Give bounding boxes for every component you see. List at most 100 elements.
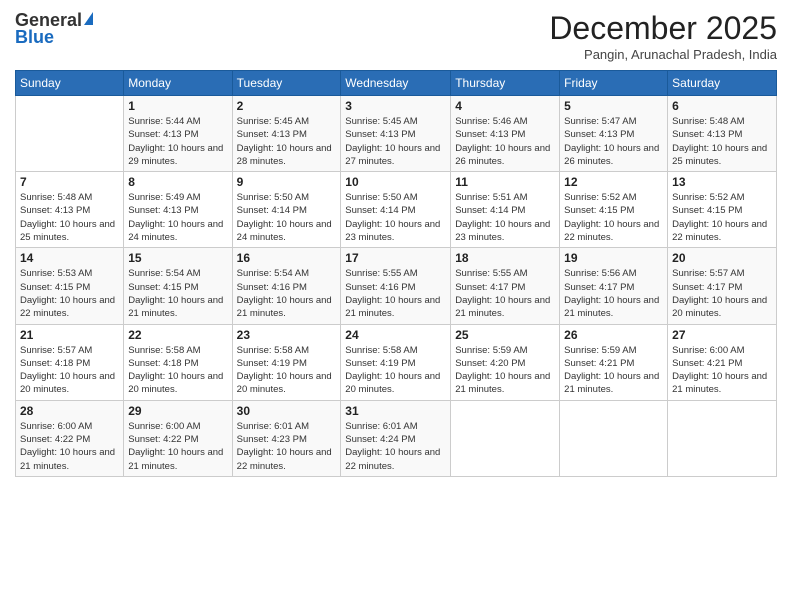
day-info: Sunrise: 6:00 AMSunset: 4:22 PMDaylight:…: [20, 420, 119, 473]
calendar-cell: 4 Sunrise: 5:46 AMSunset: 4:13 PMDaylight…: [451, 96, 560, 172]
day-number: 31: [345, 404, 446, 418]
title-section: December 2025 Pangin, Arunachal Pradesh,…: [549, 10, 777, 62]
calendar-cell: 30 Sunrise: 6:01 AMSunset: 4:23 PMDayligh…: [232, 400, 341, 476]
day-number: 19: [564, 251, 663, 265]
day-info: Sunrise: 5:48 AMSunset: 4:13 PMDaylight:…: [672, 115, 772, 168]
day-number: 11: [455, 175, 555, 189]
calendar-cell: 31 Sunrise: 6:01 AMSunset: 4:24 PMDayligh…: [341, 400, 451, 476]
day-info: Sunrise: 5:53 AMSunset: 4:15 PMDaylight:…: [20, 267, 119, 320]
day-number: 1: [128, 99, 227, 113]
calendar-cell: 3 Sunrise: 5:45 AMSunset: 4:13 PMDaylight…: [341, 96, 451, 172]
day-info: Sunrise: 5:45 AMSunset: 4:13 PMDaylight:…: [345, 115, 446, 168]
logo-blue: Blue: [15, 27, 54, 48]
calendar-cell: 5 Sunrise: 5:47 AMSunset: 4:13 PMDaylight…: [560, 96, 668, 172]
day-info: Sunrise: 5:50 AMSunset: 4:14 PMDaylight:…: [237, 191, 337, 244]
calendar-cell: 12Sunrise: 5:52 AMSunset: 4:15 PMDayligh…: [560, 172, 668, 248]
day-info: Sunrise: 5:55 AMSunset: 4:16 PMDaylight:…: [345, 267, 446, 320]
day-info: Sunrise: 5:54 AMSunset: 4:16 PMDaylight:…: [237, 267, 337, 320]
calendar: Sunday Monday Tuesday Wednesday Thursday…: [15, 70, 777, 477]
day-number: 22: [128, 328, 227, 342]
header: General Blue December 2025 Pangin, Aruna…: [15, 10, 777, 62]
header-saturday: Saturday: [668, 71, 777, 96]
calendar-cell: 10Sunrise: 5:50 AMSunset: 4:14 PMDayligh…: [341, 172, 451, 248]
calendar-cell: 28Sunrise: 6:00 AMSunset: 4:22 PMDayligh…: [16, 400, 124, 476]
day-number: 30: [237, 404, 337, 418]
day-info: Sunrise: 5:48 AMSunset: 4:13 PMDaylight:…: [20, 191, 119, 244]
day-info: Sunrise: 5:59 AMSunset: 4:20 PMDaylight:…: [455, 344, 555, 397]
calendar-week-5: 28Sunrise: 6:00 AMSunset: 4:22 PMDayligh…: [16, 400, 777, 476]
page: General Blue December 2025 Pangin, Aruna…: [0, 0, 792, 612]
calendar-cell: 13Sunrise: 5:52 AMSunset: 4:15 PMDayligh…: [668, 172, 777, 248]
calendar-cell: 6 Sunrise: 5:48 AMSunset: 4:13 PMDaylight…: [668, 96, 777, 172]
header-tuesday: Tuesday: [232, 71, 341, 96]
calendar-cell: 15 Sunrise: 5:54 AMSunset: 4:15 PMDayligh…: [124, 248, 232, 324]
day-number: 26: [564, 328, 663, 342]
calendar-week-3: 14 Sunrise: 5:53 AMSunset: 4:15 PMDayligh…: [16, 248, 777, 324]
calendar-cell: 18 Sunrise: 5:55 AMSunset: 4:17 PMDayligh…: [451, 248, 560, 324]
day-number: 20: [672, 251, 772, 265]
day-number: 12: [564, 175, 663, 189]
day-number: 24: [345, 328, 446, 342]
day-number: 18: [455, 251, 555, 265]
calendar-cell: [16, 96, 124, 172]
calendar-cell: 17Sunrise: 5:55 AMSunset: 4:16 PMDayligh…: [341, 248, 451, 324]
day-number: 23: [237, 328, 337, 342]
day-info: Sunrise: 5:57 AMSunset: 4:18 PMDaylight:…: [20, 344, 119, 397]
calendar-cell: [668, 400, 777, 476]
calendar-cell: 20 Sunrise: 5:57 AMSunset: 4:17 PMDayligh…: [668, 248, 777, 324]
day-info: Sunrise: 5:58 AMSunset: 4:19 PMDaylight:…: [345, 344, 446, 397]
calendar-cell: 19Sunrise: 5:56 AMSunset: 4:17 PMDayligh…: [560, 248, 668, 324]
calendar-cell: 23Sunrise: 5:58 AMSunset: 4:19 PMDayligh…: [232, 324, 341, 400]
day-info: Sunrise: 5:45 AMSunset: 4:13 PMDaylight:…: [237, 115, 337, 168]
day-number: 9: [237, 175, 337, 189]
day-number: 10: [345, 175, 446, 189]
header-friday: Friday: [560, 71, 668, 96]
day-number: 7: [20, 175, 119, 189]
day-number: 6: [672, 99, 772, 113]
calendar-cell: 16 Sunrise: 5:54 AMSunset: 4:16 PMDayligh…: [232, 248, 341, 324]
calendar-cell: 26 Sunrise: 5:59 AMSunset: 4:21 PMDayligh…: [560, 324, 668, 400]
day-number: 14: [20, 251, 119, 265]
calendar-cell: [560, 400, 668, 476]
day-info: Sunrise: 5:55 AMSunset: 4:17 PMDaylight:…: [455, 267, 555, 320]
day-info: Sunrise: 6:01 AMSunset: 4:24 PMDaylight:…: [345, 420, 446, 473]
header-sunday: Sunday: [16, 71, 124, 96]
calendar-cell: [451, 400, 560, 476]
calendar-header-row: Sunday Monday Tuesday Wednesday Thursday…: [16, 71, 777, 96]
calendar-cell: 22 Sunrise: 5:58 AMSunset: 4:18 PMDayligh…: [124, 324, 232, 400]
day-number: 15: [128, 251, 227, 265]
day-info: Sunrise: 6:01 AMSunset: 4:23 PMDaylight:…: [237, 420, 337, 473]
calendar-cell: 29Sunrise: 6:00 AMSunset: 4:22 PMDayligh…: [124, 400, 232, 476]
day-number: 21: [20, 328, 119, 342]
day-number: 25: [455, 328, 555, 342]
day-info: Sunrise: 5:44 AMSunset: 4:13 PMDaylight:…: [128, 115, 227, 168]
calendar-cell: 14 Sunrise: 5:53 AMSunset: 4:15 PMDayligh…: [16, 248, 124, 324]
day-info: Sunrise: 5:59 AMSunset: 4:21 PMDaylight:…: [564, 344, 663, 397]
calendar-cell: 21 Sunrise: 5:57 AMSunset: 4:18 PMDayligh…: [16, 324, 124, 400]
day-number: 27: [672, 328, 772, 342]
calendar-week-4: 21 Sunrise: 5:57 AMSunset: 4:18 PMDayligh…: [16, 324, 777, 400]
day-number: 5: [564, 99, 663, 113]
header-monday: Monday: [124, 71, 232, 96]
day-info: Sunrise: 5:47 AMSunset: 4:13 PMDaylight:…: [564, 115, 663, 168]
day-info: Sunrise: 5:57 AMSunset: 4:17 PMDaylight:…: [672, 267, 772, 320]
day-info: Sunrise: 5:46 AMSunset: 4:13 PMDaylight:…: [455, 115, 555, 168]
month-title: December 2025: [549, 10, 777, 47]
calendar-week-2: 7 Sunrise: 5:48 AMSunset: 4:13 PMDaylight…: [16, 172, 777, 248]
day-info: Sunrise: 5:54 AMSunset: 4:15 PMDaylight:…: [128, 267, 227, 320]
header-thursday: Thursday: [451, 71, 560, 96]
calendar-cell: 11Sunrise: 5:51 AMSunset: 4:14 PMDayligh…: [451, 172, 560, 248]
day-number: 3: [345, 99, 446, 113]
calendar-cell: 1 Sunrise: 5:44 AMSunset: 4:13 PMDaylight…: [124, 96, 232, 172]
logo-triangle-icon: [84, 12, 93, 25]
calendar-cell: 9 Sunrise: 5:50 AMSunset: 4:14 PMDaylight…: [232, 172, 341, 248]
day-number: 8: [128, 175, 227, 189]
day-number: 4: [455, 99, 555, 113]
calendar-cell: 27Sunrise: 6:00 AMSunset: 4:21 PMDayligh…: [668, 324, 777, 400]
calendar-cell: 25 Sunrise: 5:59 AMSunset: 4:20 PMDayligh…: [451, 324, 560, 400]
day-number: 16: [237, 251, 337, 265]
day-info: Sunrise: 5:58 AMSunset: 4:18 PMDaylight:…: [128, 344, 227, 397]
header-wednesday: Wednesday: [341, 71, 451, 96]
calendar-cell: 8Sunrise: 5:49 AMSunset: 4:13 PMDaylight…: [124, 172, 232, 248]
calendar-cell: 2Sunrise: 5:45 AMSunset: 4:13 PMDaylight…: [232, 96, 341, 172]
